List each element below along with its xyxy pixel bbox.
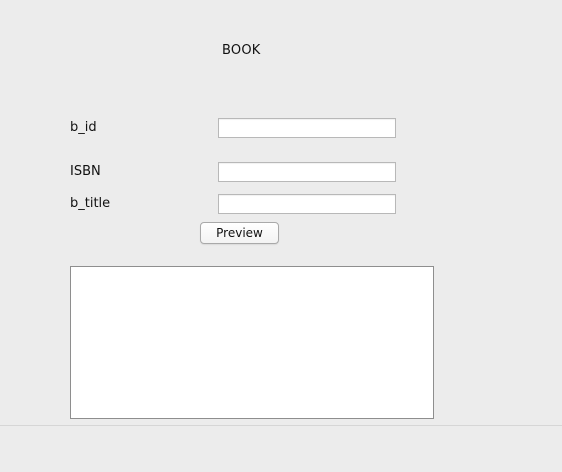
b-id-input[interactable]: [218, 118, 396, 138]
preview-button[interactable]: Preview: [200, 222, 279, 244]
preview-output-area[interactable]: [70, 266, 434, 419]
form-title: BOOK: [222, 43, 261, 58]
isbn-input[interactable]: [218, 162, 396, 182]
b-title-label: b_title: [70, 196, 111, 211]
isbn-label: ISBN: [70, 164, 101, 179]
b-id-label: b_id: [70, 120, 97, 135]
b-title-input[interactable]: [218, 194, 396, 214]
bottom-divider: [0, 425, 562, 426]
